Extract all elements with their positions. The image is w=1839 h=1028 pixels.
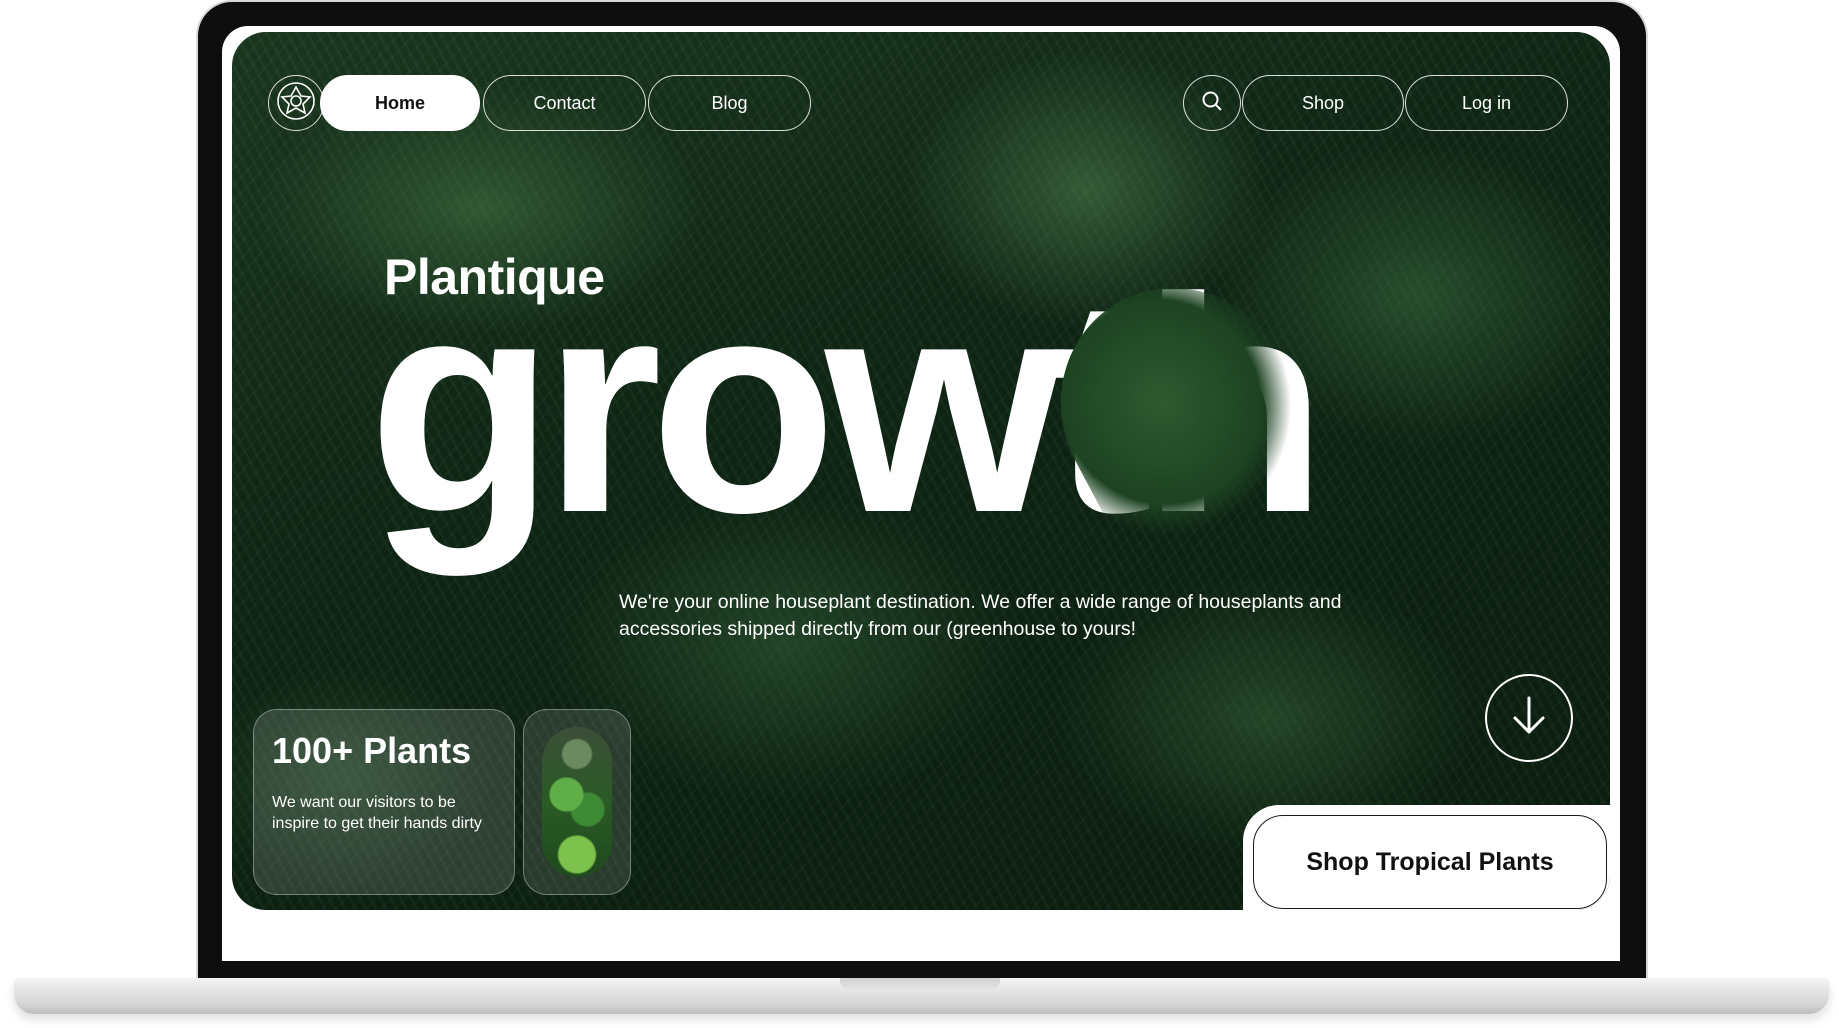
laptop-notch <box>840 978 1000 990</box>
hero-section: Home Contact Blog Shop Log in Plantique … <box>232 32 1610 910</box>
login-link[interactable]: Log in <box>1405 75 1568 131</box>
stat-description: We want our visitors to be inspire to ge… <box>272 794 482 832</box>
search-icon <box>1201 90 1223 117</box>
shop-link[interactable]: Shop <box>1242 75 1404 131</box>
scroll-down-button[interactable] <box>1485 674 1573 762</box>
nav-home-link[interactable]: Home <box>320 75 480 131</box>
nav-blog-link[interactable]: Blog <box>648 75 811 131</box>
stat-title: 100+ Plants <box>272 730 472 771</box>
hero-tagline: We're your online houseplant destination… <box>619 590 1342 640</box>
search-button[interactable] <box>1183 75 1241 131</box>
shop-tropical-plants-button[interactable]: Shop Tropical Plants <box>1253 815 1607 909</box>
flower-badge-icon <box>274 79 318 128</box>
stat-card: 100+ Plants We want our visitors to be i… <box>253 709 515 895</box>
browser-screen: Home Contact Blog Shop Log in Plantique … <box>222 26 1620 961</box>
plant-thumbnail-card[interactable] <box>523 709 631 895</box>
nav-contact-link[interactable]: Contact <box>483 75 646 131</box>
plant-thumbnail-image <box>542 727 612 877</box>
arrow-down-icon <box>1509 694 1549 743</box>
logo-button[interactable] <box>268 75 324 131</box>
